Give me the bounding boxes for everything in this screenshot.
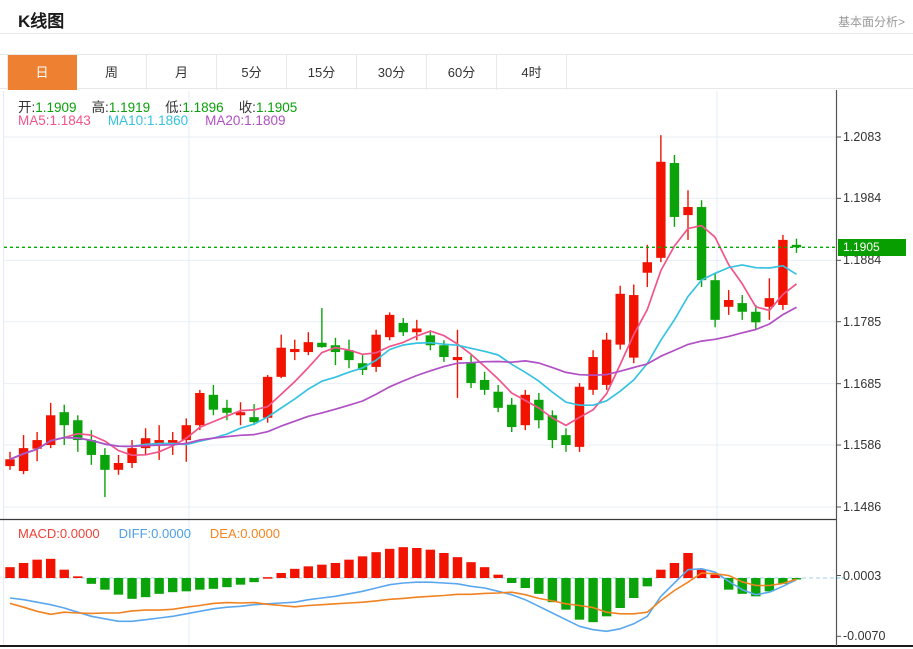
legend-value: 0.0000 xyxy=(151,526,191,541)
legend-label: MACD: xyxy=(18,526,60,541)
legend-label: DEA: xyxy=(209,526,241,541)
legend-value: 0.0000 xyxy=(240,526,281,541)
legend-value: 1.1809 xyxy=(244,113,286,128)
legend-value: 1.1860 xyxy=(146,113,189,128)
macd-axis-label: -0.0070 xyxy=(843,629,886,644)
price-axis-label: 1.1586 xyxy=(843,438,882,453)
macd-legend: MACD:0.0000 DIFF:0.0000 DEA:0.0000 xyxy=(18,526,280,541)
current-price-tag: 1.1905 xyxy=(838,239,906,256)
legend-label: MA5: xyxy=(18,113,50,128)
price-axis-label: 1.1984 xyxy=(843,191,882,206)
ma-legend: MA5:1.1843 MA10:1.1860 MA20:1.1809 xyxy=(18,113,285,128)
legend-item: DIFF:0.0000 xyxy=(119,526,191,541)
legend-label: MA10: xyxy=(107,113,147,128)
legend-value: 0.0000 xyxy=(59,526,100,541)
legend-item: DEA:0.0000 xyxy=(210,526,280,541)
price-axis-label: 1.1785 xyxy=(843,314,882,329)
legend-item: MA5:1.1843 xyxy=(18,113,91,128)
macd-pane xyxy=(4,547,844,633)
candlesticks xyxy=(5,135,802,498)
legend-item: MA10:1.1860 xyxy=(108,113,188,128)
legend-label: MA20: xyxy=(205,113,245,128)
price-axis-label: 1.1685 xyxy=(843,376,882,391)
legend-item: MACD:0.0000 xyxy=(18,526,100,541)
price-axis-label: 1.2083 xyxy=(843,130,882,144)
ma10-line xyxy=(9,264,797,461)
legend-item: MA20:1.1809 xyxy=(205,113,285,128)
kline-widget: K线图 基本面分析> 日周月 5分 15分 30分 60分 4时 开:1.1909 高:1.… xyxy=(0,0,913,649)
legend-value: 1.1843 xyxy=(49,113,91,128)
macd-axis-label: 0.0003 xyxy=(843,568,882,583)
legend-label: DIFF: xyxy=(118,526,152,541)
price-axis-label: 1.1486 xyxy=(843,500,882,514)
